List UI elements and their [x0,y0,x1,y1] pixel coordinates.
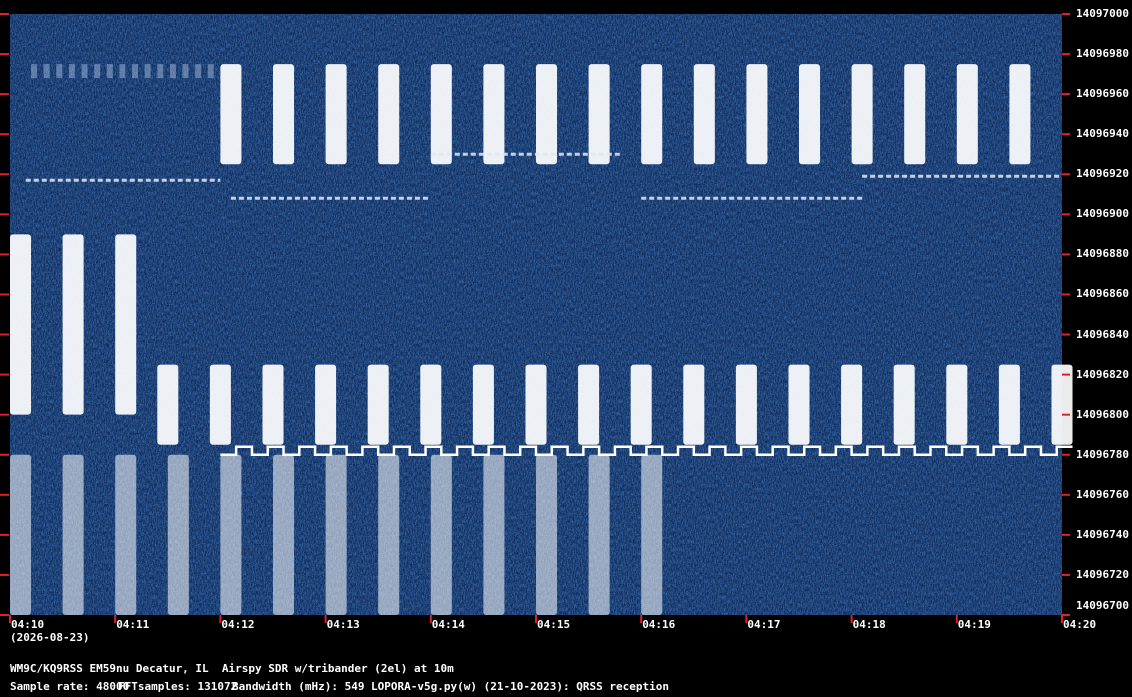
software-version: LOPORA-v5g.py(w) (21-10-2023): QRSS rece… [371,680,670,693]
y-tick-label: 14096900 [1076,207,1129,221]
date-label: (2026-08-23) [10,631,90,644]
bandwidth: Bandwidth (mHz): 549 [232,680,365,693]
spectrogram-speckle [10,14,1062,615]
x-tick-label: 04:13 [326,618,360,631]
y-tick-label: 14096960 [1076,87,1129,101]
station-info: WM9C/KQ9RSS EM59nu Decatur, IL Airspy SD… [10,662,454,675]
x-tick-label: 04:20 [1063,618,1097,631]
y-tick-label: 14097000 [1076,7,1129,20]
x-tick-label: 04:12 [221,618,255,631]
y-tick-label: 14096940 [1076,127,1129,141]
y-tick-label: 14096980 [1076,47,1129,61]
y-tick-label: 14096800 [1076,407,1129,421]
x-tick-label: 04:14 [431,618,465,631]
sample-rate: Sample rate: 48000 [10,680,130,693]
y-tick-label: 14096720 [1076,567,1129,581]
x-tick-label: 04:11 [116,618,150,631]
y-tick-label: 14096880 [1076,247,1129,261]
x-tick-label: 04:16 [642,618,676,631]
x-tick-label: 04:18 [852,618,886,631]
y-tick-label: 14096820 [1076,367,1129,381]
fft-samples: FFTsamples: 131072 [118,680,238,693]
y-tick-label: 14096740 [1076,527,1129,541]
y-tick-label: 14096840 [1076,327,1129,341]
x-tick-label: 04:15 [537,618,571,631]
spectrogram-plot [0,13,1073,623]
y-tick-label: 14096760 [1076,487,1129,501]
x-tick-label: 04:10 [11,618,45,631]
y-tick-label: 14096860 [1076,287,1129,301]
y-tick-label: 14096920 [1076,167,1129,181]
y-tick-label: 14096700 [1076,599,1129,612]
y-tick-label: 14096780 [1076,447,1129,461]
x-tick-label: 04:19 [957,618,991,631]
qrss-grabber-display: 14097000 14096980 14096960 14096940 14096920… [0,0,1132,697]
x-tick-label: 04:17 [747,618,781,631]
